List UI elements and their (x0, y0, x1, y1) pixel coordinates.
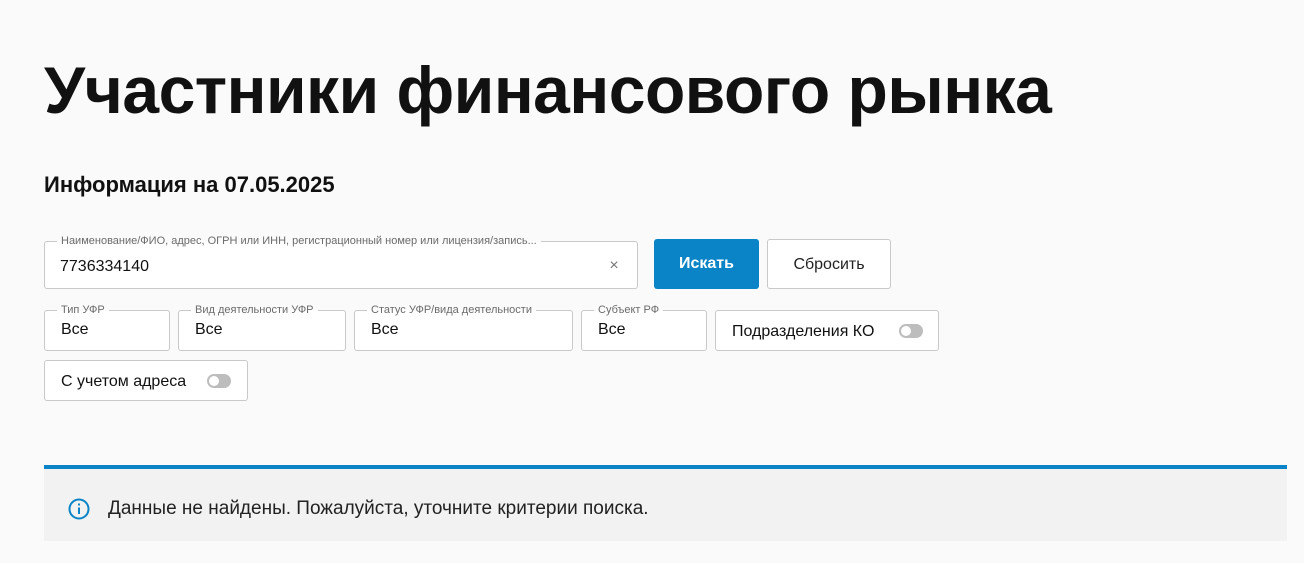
address-toggle-label: С учетом адреса (61, 373, 187, 390)
info-date-heading: Информация на 07.05.2025 (44, 172, 335, 197)
info-icon (68, 498, 90, 520)
status-label: Статус УФР/вида деятельности (367, 303, 536, 317)
ufr-type-value: Все (61, 321, 89, 338)
region-value: Все (598, 321, 626, 338)
activity-type-label: Вид деятельности УФР (191, 303, 318, 317)
status-value: Все (371, 321, 399, 338)
search-field-label: Наименование/ФИО, адрес, ОГРН или ИНН, р… (57, 234, 541, 248)
no-results-notice: Данные не найдены. Пожалуйста, уточните … (44, 465, 1287, 541)
status-select[interactable]: Статус УФР/вида деятельности Все (354, 303, 573, 351)
search-button[interactable]: Искать (654, 239, 759, 289)
branches-toggle-switch[interactable] (899, 324, 923, 338)
activity-type-select[interactable]: Вид деятельности УФР Все (178, 303, 346, 351)
page-title: Участники финансового рынка (44, 53, 1052, 127)
branches-toggle-box[interactable]: Подразделения КО (715, 310, 939, 351)
ufr-type-label: Тип УФР (57, 303, 109, 317)
address-toggle-box[interactable]: С учетом адреса (44, 360, 248, 401)
reset-button[interactable]: Сбросить (767, 239, 891, 289)
activity-type-value: Все (195, 321, 223, 338)
ufr-type-select[interactable]: Тип УФР Все (44, 303, 170, 351)
search-input[interactable] (60, 256, 590, 278)
region-label: Субъект РФ (594, 303, 664, 317)
region-select[interactable]: Субъект РФ Все (581, 303, 707, 351)
search-field[interactable]: Наименование/ФИО, адрес, ОГРН или ИНН, р… (44, 234, 638, 289)
branches-toggle-label: Подразделения КО (732, 323, 875, 340)
clear-icon[interactable]: × (607, 256, 621, 276)
address-toggle-switch[interactable] (207, 374, 231, 388)
notice-text: Данные не найдены. Пожалуйста, уточните … (108, 498, 649, 519)
